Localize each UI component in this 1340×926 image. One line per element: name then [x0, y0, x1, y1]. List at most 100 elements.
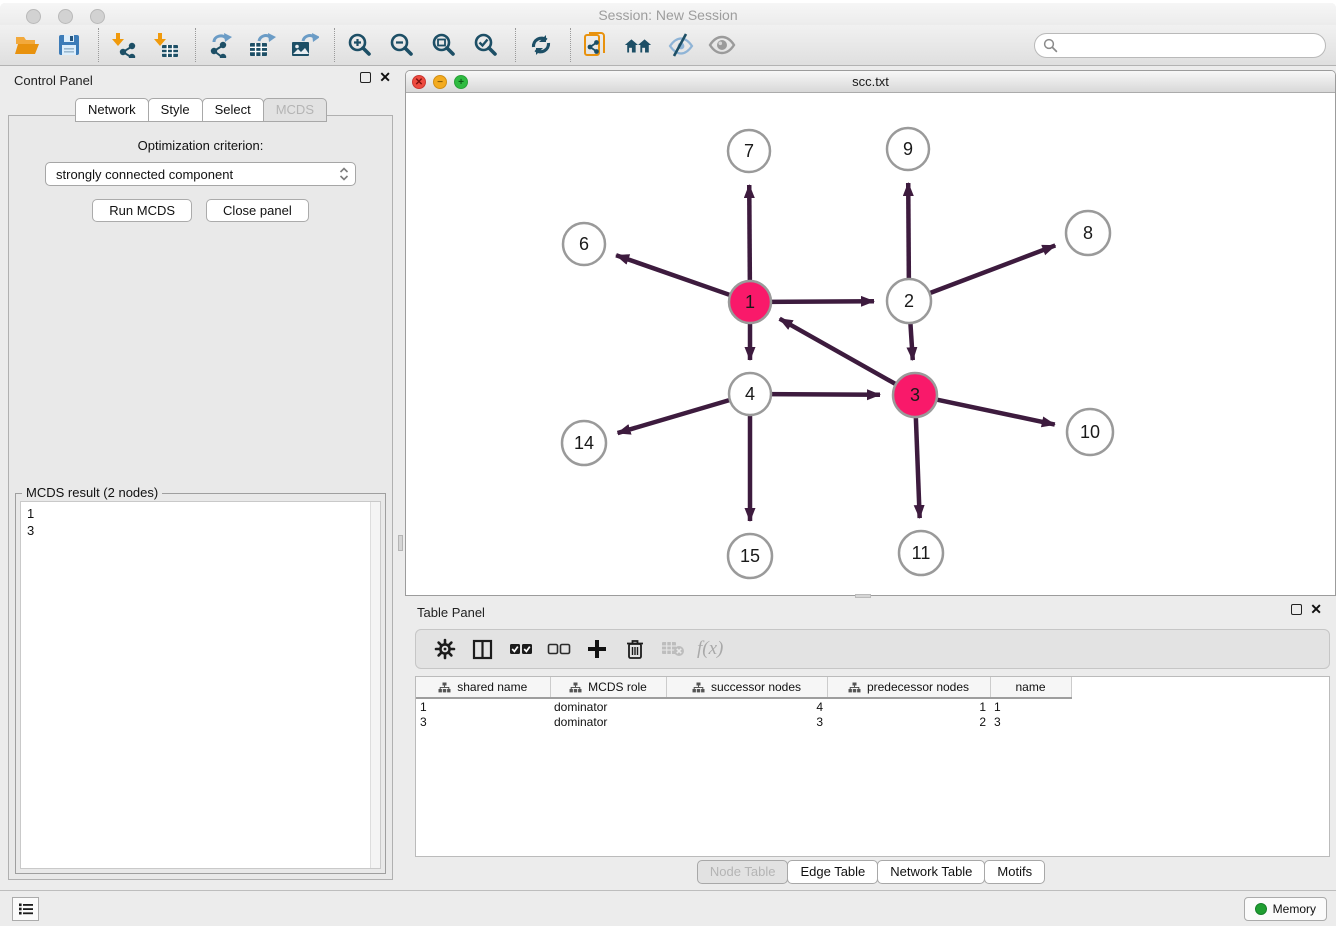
task-history-button[interactable]	[12, 897, 39, 921]
zoom-selected-icon[interactable]	[471, 30, 501, 60]
hide-selected-icon[interactable]	[665, 30, 695, 60]
tab-style[interactable]: Style	[148, 98, 203, 122]
import-table-icon[interactable]	[151, 30, 181, 60]
search-icon	[1043, 38, 1058, 53]
export-table-icon[interactable]	[248, 30, 278, 60]
column-tree-icon	[692, 682, 705, 693]
show-column-icon[interactable]	[469, 636, 496, 663]
tab-select[interactable]: Select	[202, 98, 264, 122]
select-all-icon[interactable]	[507, 636, 534, 663]
zoom-fit-icon[interactable]	[429, 30, 459, 60]
memory-button[interactable]: Memory	[1244, 897, 1327, 921]
graph-edge-1-2[interactable]	[768, 301, 874, 302]
create-column-icon[interactable]	[583, 636, 610, 663]
graph-edge-4-14[interactable]	[618, 399, 733, 433]
graph-edge-3-10[interactable]	[934, 399, 1055, 425]
memory-label: Memory	[1273, 902, 1316, 916]
table-toolbar: f(x)	[415, 629, 1330, 669]
table-settings-icon[interactable]	[431, 636, 458, 663]
column-header-name[interactable]: name	[990, 677, 1071, 698]
tab-motifs[interactable]: Motifs	[984, 860, 1045, 884]
toolbar-separator	[98, 28, 99, 62]
graph-edge-2-8[interactable]	[927, 245, 1056, 294]
clone-network-icon[interactable]	[581, 30, 611, 60]
graph-node-label-1: 1	[745, 292, 755, 312]
control-panel: Control Panel ✕ Network Style Select MCD…	[0, 67, 401, 890]
node-table[interactable]: shared name MCDS role successor nodes pr…	[415, 676, 1330, 857]
list-icon	[18, 902, 34, 916]
app-window: Session: New Session	[0, 3, 1336, 926]
column-header-predecessor-nodes[interactable]: predecessor nodes	[827, 677, 990, 698]
graph-node-label-11: 11	[912, 543, 931, 563]
zoom-in-icon[interactable]	[345, 30, 375, 60]
graph-edge-1-7[interactable]	[749, 185, 750, 284]
main-content: Control Panel ✕ Network Style Select MCD…	[0, 67, 1336, 890]
float-panel-icon[interactable]	[360, 72, 371, 83]
close-table-panel-icon[interactable]: ✕	[1310, 604, 1322, 615]
delete-column-icon[interactable]	[621, 636, 648, 663]
run-mcds-button[interactable]: Run MCDS	[92, 199, 192, 222]
open-session-icon[interactable]	[12, 30, 42, 60]
mcds-result-title: MCDS result (2 nodes)	[22, 485, 162, 500]
tab-network-table[interactable]: Network Table	[877, 860, 985, 884]
graph-node-label-6: 6	[579, 234, 589, 254]
horizontal-split-grip[interactable]	[855, 594, 871, 598]
tab-node-table[interactable]: Node Table	[697, 860, 789, 884]
zoom-out-icon[interactable]	[387, 30, 417, 60]
function-builder-icon[interactable]: f(x)	[697, 638, 723, 660]
column-header-mcds-role[interactable]: MCDS role	[550, 677, 666, 698]
graph-edge-2-3[interactable]	[910, 320, 913, 360]
export-image-icon[interactable]	[290, 30, 320, 60]
show-all-icon[interactable]	[707, 30, 737, 60]
deselect-all-icon[interactable]	[545, 636, 572, 663]
graph-node-label-14: 14	[574, 433, 594, 453]
table-panel: Table Panel ✕	[405, 599, 1336, 890]
network-window-titlebar[interactable]: ✕ − + scc.txt	[406, 71, 1335, 93]
status-bar: Memory	[0, 890, 1336, 926]
table-tabs: Node Table Edge Table Network Table Moti…	[405, 860, 1336, 884]
search-input[interactable]	[1034, 33, 1326, 58]
column-header-shared-name[interactable]: shared name	[416, 677, 550, 698]
close-panel-icon[interactable]: ✕	[379, 72, 391, 83]
graph-edge-2-9[interactable]	[908, 183, 909, 282]
network-canvas[interactable]: 7968124314101511	[406, 93, 1335, 596]
table-panel-title: Table Panel	[417, 605, 485, 620]
tab-network[interactable]: Network	[75, 98, 149, 122]
graph-edge-4-3[interactable]	[768, 394, 880, 395]
graph-node-label-2: 2	[904, 291, 914, 311]
export-network-icon[interactable]	[206, 30, 236, 60]
result-scrollbar[interactable]	[370, 502, 380, 868]
float-table-panel-icon[interactable]	[1291, 604, 1302, 615]
tab-edge-table[interactable]: Edge Table	[787, 860, 878, 884]
graph-edge-3-1[interactable]	[780, 319, 899, 386]
column-header-successor-nodes[interactable]: successor nodes	[666, 677, 827, 698]
graph-node-label-4: 4	[745, 384, 755, 404]
column-tree-icon	[848, 682, 861, 693]
network-title: scc.txt	[406, 74, 1335, 89]
graph-edge-3-11[interactable]	[916, 414, 920, 518]
table-row[interactable]: 3 dominator 3 2 3	[416, 714, 1071, 730]
stepper-arrows-icon	[339, 166, 349, 182]
optimization-criterion-label: Optimization criterion:	[9, 138, 392, 153]
graph-edge-1-6[interactable]	[616, 255, 733, 296]
tab-mcds[interactable]: MCDS	[263, 98, 327, 122]
table-header-row: shared name MCDS role successor nodes pr…	[416, 677, 1071, 698]
optimization-criterion-select[interactable]: strongly connected component	[45, 162, 356, 186]
mcds-result-text[interactable]: 13	[20, 501, 381, 869]
column-tree-icon	[569, 682, 582, 693]
delete-table-icon[interactable]	[659, 636, 686, 663]
import-network-icon[interactable]	[109, 30, 139, 60]
graph-node-label-8: 8	[1083, 223, 1093, 243]
save-session-icon[interactable]	[54, 30, 84, 60]
close-panel-button[interactable]: Close panel	[206, 199, 309, 222]
graph-node-label-3: 3	[910, 385, 920, 405]
toolbar-separator	[570, 28, 571, 62]
control-panel-title: Control Panel	[14, 73, 93, 88]
vertical-split-grip[interactable]	[398, 535, 403, 551]
toolbar-separator	[515, 28, 516, 62]
table-row[interactable]: 1 dominator 4 1 1	[416, 698, 1071, 714]
first-neighbors-icon[interactable]	[623, 30, 653, 60]
selected-criterion: strongly connected component	[56, 167, 339, 182]
refresh-icon[interactable]	[526, 30, 556, 60]
graph-node-label-7: 7	[744, 141, 754, 161]
